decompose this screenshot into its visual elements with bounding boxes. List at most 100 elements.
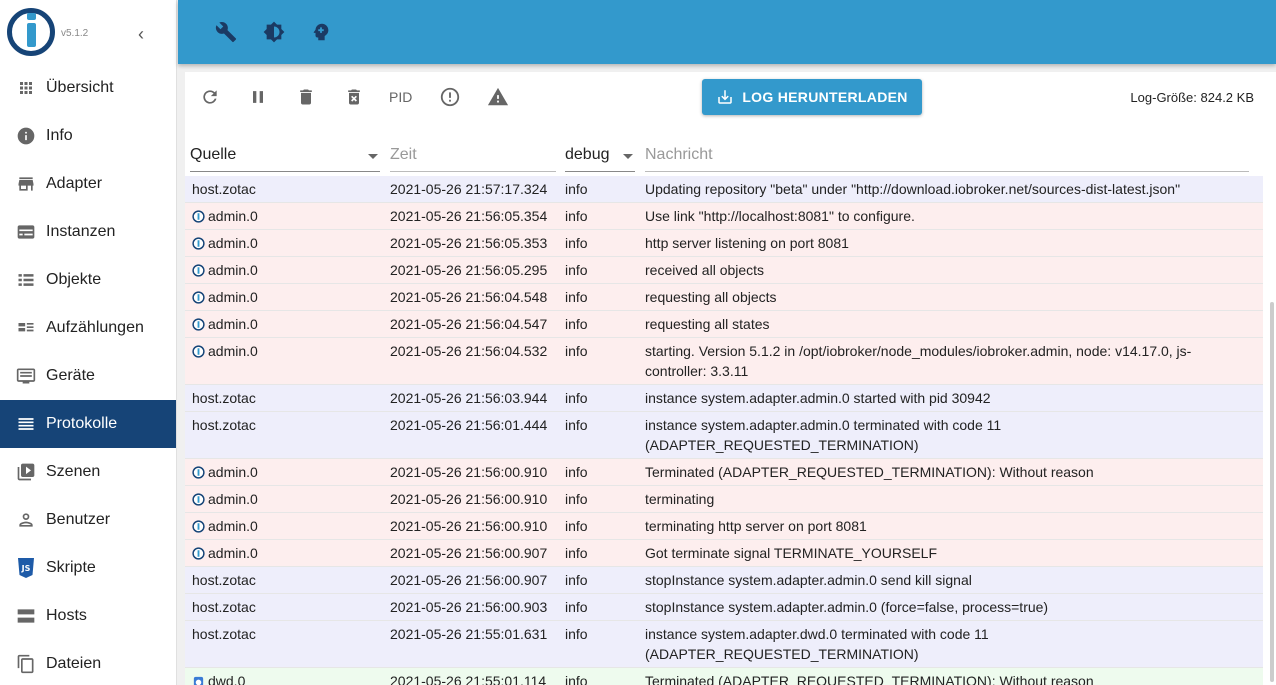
version-label: v5.1.2 [61, 28, 89, 39]
error-filter-icon[interactable] [438, 85, 462, 109]
log-level: info [565, 316, 588, 332]
expert-mode-icon[interactable] [309, 20, 333, 44]
delete-icon[interactable] [294, 85, 318, 109]
log-source-label: host.zotac [192, 417, 256, 433]
table-row: admin.0 2021-05-26 21:56:00.910 info termin… [185, 513, 1263, 540]
log-source: admin.0 [192, 289, 258, 305]
sidebar-item-hosts[interactable]: Hosts [0, 592, 176, 640]
table-row: admin.0 2021-05-26 21:56:05.354 info Use li… [185, 203, 1263, 230]
log-time: 2021-05-26 21:56:00.907 [390, 545, 548, 561]
log-source: admin.0 [192, 545, 258, 561]
sidebar-item-label: Geräte [46, 367, 95, 384]
top-app-bar [178, 0, 1276, 64]
log-panel: PID LOG HERUNTERLADEN Log-Größe: 824.2 K… [185, 72, 1276, 685]
log-level: info [565, 626, 588, 642]
log-message: stopInstance system.adapter.admin.0 send… [645, 572, 972, 588]
sidebar: v5.1.2 ‹ Übersicht Info Adapter Instanzen Ob… [0, 0, 177, 685]
log-message: received all objects [645, 262, 765, 278]
log-source: admin.0 [192, 262, 258, 278]
admin-adapter-icon [192, 290, 205, 304]
log-source-label: admin.0 [208, 545, 258, 561]
log-source: admin.0 [192, 343, 258, 359]
table-row: host.zotac 2021-05-26 21:56:00.907 info sto… [185, 567, 1263, 594]
log-source: admin.0 [192, 518, 258, 534]
log-source-label: admin.0 [208, 262, 258, 278]
log-source: admin.0 [192, 235, 258, 251]
sidebar-item-user[interactable]: Benutzer [0, 496, 176, 544]
sidebar-item-devices[interactable]: Geräte [0, 352, 176, 400]
table-row: host.zotac 2021-05-26 21:56:03.944 info ins… [185, 385, 1263, 412]
sidebar-item-label: Skripte [46, 559, 96, 576]
table-row: admin.0 2021-05-26 21:56:04.532 info starti… [185, 338, 1263, 385]
log-source-label: admin.0 [208, 289, 258, 305]
log-time: 2021-05-26 21:56:04.547 [390, 316, 548, 332]
wrench-icon[interactable] [214, 20, 238, 44]
log-level: info [565, 289, 588, 305]
scrollbar[interactable] [1270, 302, 1274, 682]
table-row: admin.0 2021-05-26 21:56:00.907 info Got te… [185, 540, 1263, 567]
log-time: 2021-05-26 21:56:04.548 [390, 289, 548, 305]
sidebar-item-grid[interactable]: Übersicht [0, 64, 176, 112]
sidebar-item-label: Hosts [46, 607, 87, 624]
log-source-label: host.zotac [192, 572, 256, 588]
log-message: starting. Version 5.1.2 in /opt/iobroker… [645, 343, 1192, 379]
log-message: terminating http server on port 8081 [645, 518, 867, 534]
sidebar-item-list[interactable]: Objekte [0, 256, 176, 304]
log-time: 2021-05-26 21:55:01.631 [390, 626, 548, 642]
level-filter-label: debug [565, 146, 610, 163]
sidebar-item-scenes[interactable]: Szenen [0, 448, 176, 496]
log-source: host.zotac [192, 390, 256, 406]
log-source-label: host.zotac [192, 390, 256, 406]
log-toolbar: PID LOG HERUNTERLADEN Log-Größe: 824.2 K… [185, 72, 1276, 122]
sidebar-item-logs[interactable]: Protokolle [0, 400, 176, 448]
log-source: host.zotac [192, 181, 256, 197]
log-message: requesting all objects [645, 289, 777, 305]
log-source-label: admin.0 [208, 518, 258, 534]
brightness-icon[interactable] [262, 20, 286, 44]
log-level: info [565, 464, 588, 480]
pid-toggle[interactable]: PID [389, 89, 412, 105]
info-icon [16, 126, 36, 146]
log-level: info [565, 491, 588, 507]
log-message: Got terminate signal TERMINATE_YOURSELF [645, 545, 938, 561]
delete-forever-icon[interactable] [342, 85, 366, 109]
log-level: info [565, 417, 588, 433]
sidebar-item-store[interactable]: Adapter [0, 160, 176, 208]
time-filter-input[interactable]: Zeit [390, 142, 556, 172]
log-source: admin.0 [192, 464, 258, 480]
table-row: host.zotac 2021-05-26 21:55:01.631 info ins… [185, 621, 1263, 668]
collapse-sidebar-icon[interactable]: ‹ [138, 24, 144, 45]
log-table: host.zotac 2021-05-26 21:57:17.324 info Upd… [185, 176, 1263, 685]
warning-filter-icon[interactable] [486, 85, 510, 109]
sidebar-item-js[interactable]: JS Skripte [0, 544, 176, 592]
log-source-label: dwd.0 [208, 673, 246, 685]
table-row: host.zotac 2021-05-26 21:56:00.903 info sto… [185, 594, 1263, 621]
message-filter-placeholder: Nachricht [645, 146, 713, 163]
download-log-label: LOG HERUNTERLADEN [742, 89, 908, 105]
download-log-button[interactable]: LOG HERUNTERLADEN [702, 79, 922, 115]
scenes-icon [16, 462, 36, 482]
hosts-icon [16, 606, 36, 626]
log-source: admin.0 [192, 208, 258, 224]
level-filter-select[interactable]: debug [565, 142, 635, 172]
table-row: dwd.0 2021-05-26 21:55:01.114 info Terminat… [185, 668, 1263, 685]
store-icon [16, 174, 36, 194]
log-time: 2021-05-26 21:56:00.910 [390, 518, 548, 534]
sidebar-item-info[interactable]: Info [0, 112, 176, 160]
sidebar-item-instances[interactable]: Instanzen [0, 208, 176, 256]
sidebar-item-files[interactable]: Dateien [0, 640, 176, 685]
log-time: 2021-05-26 21:56:05.354 [390, 208, 548, 224]
user-icon [16, 510, 36, 530]
js-icon: JS [16, 558, 36, 578]
instances-icon [16, 222, 36, 242]
files-icon [16, 654, 36, 674]
refresh-icon[interactable] [198, 85, 222, 109]
pause-icon[interactable] [246, 85, 270, 109]
log-source: host.zotac [192, 626, 256, 642]
sidebar-item-enum[interactable]: Aufzählungen [0, 304, 176, 352]
message-filter-input[interactable]: Nachricht [645, 142, 1249, 172]
source-filter-select[interactable]: Quelle [190, 142, 380, 172]
iobroker-logo[interactable] [7, 8, 55, 56]
log-level: info [565, 181, 588, 197]
log-message: Terminated (ADAPTER_REQUESTED_TERMINATIO… [645, 673, 1094, 685]
